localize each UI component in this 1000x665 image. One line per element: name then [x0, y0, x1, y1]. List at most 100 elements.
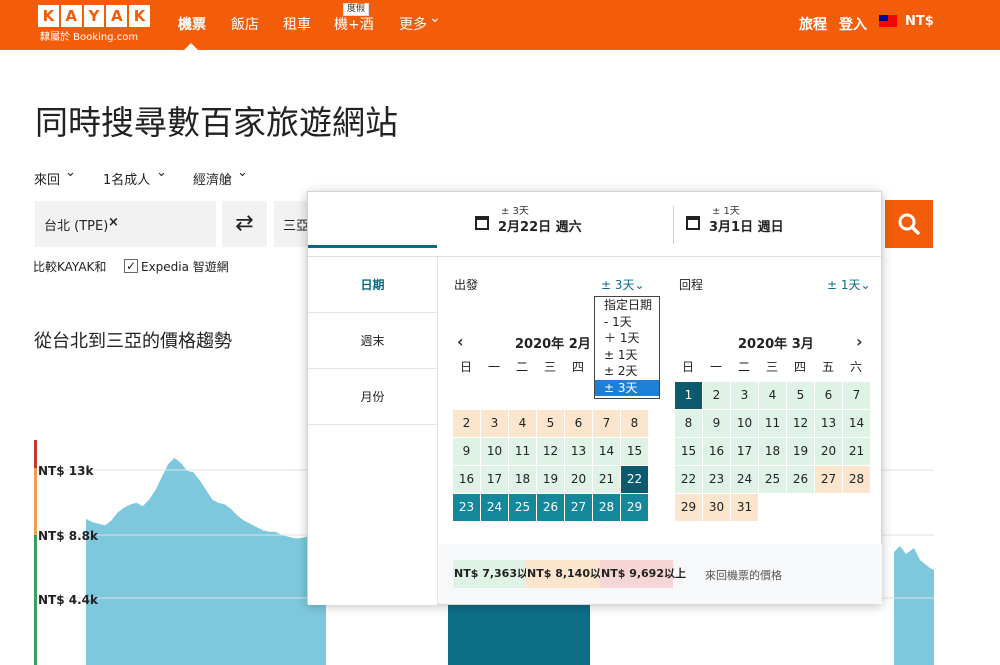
feb-day-cell[interactable]: 18 [509, 466, 536, 493]
nav-cars[interactable]: 租車 [283, 14, 311, 34]
feb-day-cell[interactable]: 10 [481, 438, 508, 465]
mar-day-cell[interactable]: 16 [703, 438, 730, 465]
nav-flights[interactable]: 機票 [178, 14, 206, 34]
feb-day-cell[interactable]: 11 [509, 438, 536, 465]
nav-hotels[interactable]: 飯店 [231, 14, 259, 34]
tolerance-dropdown-menu[interactable]: 指定日期 - 1天 ＋ 1天 ± 1天 ± 2天 ± 3天 [594, 296, 660, 399]
mar-day-cell[interactable]: 9 [703, 410, 730, 437]
mar-day-cell[interactable]: 3 [731, 382, 758, 409]
mar-day-cell[interactable]: 18 [759, 438, 786, 465]
chevron-down-icon[interactable]: ⌄ [237, 165, 248, 180]
dropdown-option[interactable]: ± 1天 [595, 347, 659, 364]
chevron-down-icon[interactable]: ⌄ [156, 165, 167, 180]
feb-day-cell[interactable]: 24 [481, 494, 508, 521]
feb-day-cell[interactable]: 19 [537, 466, 564, 493]
mar-day-cell[interactable]: 23 [703, 466, 730, 493]
tab-months[interactable]: 月份 [308, 369, 437, 425]
feb-day-cell[interactable]: 16 [453, 466, 480, 493]
feb-day-cell[interactable]: 13 [565, 438, 592, 465]
mar-day-cell[interactable]: 8 [675, 410, 702, 437]
feb-day-cell[interactable]: 2 [453, 410, 480, 437]
mar-day-cell[interactable]: 19 [787, 438, 814, 465]
mar-day-cell[interactable]: 15 [675, 438, 702, 465]
expedia-label[interactable]: Expedia 智遊網 [141, 258, 229, 275]
mar-day-cell[interactable]: 25 [759, 466, 786, 493]
dropdown-option[interactable]: ± 2天 [595, 363, 659, 380]
dropdown-option[interactable]: ＋ 1天 [595, 330, 659, 347]
feb-day-cell[interactable]: 7 [593, 410, 620, 437]
mar-day-cell[interactable]: 27 [815, 466, 842, 493]
mar-day-cell[interactable]: 4 [759, 382, 786, 409]
mar-day-cell[interactable]: 12 [787, 410, 814, 437]
feb-day-cell[interactable]: 26 [537, 494, 564, 521]
feb-day-cell[interactable]: 3 [481, 410, 508, 437]
mar-day-cell[interactable]: 29 [675, 494, 702, 521]
mar-day-cell[interactable]: 14 [843, 410, 870, 437]
travelers-select[interactable]: 1名成人 [103, 169, 150, 188]
feb-day-cell[interactable]: 8 [621, 410, 648, 437]
dropdown-option[interactable]: - 1天 [595, 314, 659, 331]
cabin-select[interactable]: 經濟艙 [193, 169, 232, 188]
expedia-checkbox[interactable]: ✓ [124, 259, 138, 273]
clear-origin-icon[interactable]: × [108, 215, 119, 230]
mar-day-cell[interactable]: 26 [787, 466, 814, 493]
mar-day-cell[interactable]: 5 [787, 382, 814, 409]
swap-airports-icon[interactable]: ⇄ [222, 201, 267, 247]
dropdown-option-selected[interactable]: ± 3天 [595, 379, 659, 396]
mar-day-cell[interactable]: 31 [731, 494, 758, 521]
search-button[interactable] [885, 200, 933, 248]
currency-selector[interactable]: NT$ [905, 14, 934, 29]
return-tolerance-dropdown[interactable]: ± 1天⌄ [827, 276, 871, 293]
prev-month-button[interactable]: ‹ [457, 332, 464, 351]
nav-packages[interactable]: 機+酒 [334, 14, 374, 34]
feb-day-cell[interactable]: 25 [509, 494, 536, 521]
nav-trips[interactable]: 旅程 [799, 14, 827, 34]
nav-login[interactable]: 登入 [839, 14, 867, 34]
origin-field[interactable]: 台北 (TPE) × [35, 201, 216, 247]
mar-day-cell[interactable]: 1 [675, 382, 702, 409]
feb-day-cell[interactable]: 17 [481, 466, 508, 493]
feb-day-cell[interactable]: 28 [593, 494, 620, 521]
feb-day-cell[interactable]: 12 [537, 438, 564, 465]
kayak-logo[interactable]: K A Y A K [38, 5, 150, 27]
mar-day-cell[interactable]: 11 [759, 410, 786, 437]
mar-day-cell[interactable]: 7 [843, 382, 870, 409]
feb-day-cell[interactable]: 14 [593, 438, 620, 465]
feb-day-cell[interactable]: 15 [621, 438, 648, 465]
logo-letter: Y [83, 5, 105, 27]
mar-day-cell[interactable]: 21 [843, 438, 870, 465]
feb-day-cell[interactable]: 20 [565, 466, 592, 493]
trip-type-select[interactable]: 來回 [34, 169, 60, 188]
mar-day-cell[interactable]: 28 [843, 466, 870, 493]
mar-day-cell[interactable]: 6 [815, 382, 842, 409]
mar-day-cell[interactable]: 13 [815, 410, 842, 437]
depart-date[interactable]: 2月22日 週六 [498, 216, 582, 235]
mar-day-cell[interactable]: 30 [703, 494, 730, 521]
feb-day-cell[interactable]: 21 [593, 466, 620, 493]
weekday-label: 二 [737, 360, 750, 374]
mar-day-cell[interactable]: 24 [731, 466, 758, 493]
return-date[interactable]: 3月1日 週日 [709, 216, 784, 235]
feb-day-cell[interactable]: 22 [621, 466, 648, 493]
feb-day-cell[interactable]: 23 [453, 494, 480, 521]
feb-day-cell[interactable]: 6 [565, 410, 592, 437]
mar-day-cell[interactable]: 17 [731, 438, 758, 465]
mar-day-cell[interactable]: 10 [731, 410, 758, 437]
depart-tolerance-dropdown[interactable]: ± 3天⌄ [601, 276, 645, 293]
nav-more[interactable]: 更多 [399, 14, 427, 34]
mar-day-cell[interactable]: 2 [703, 382, 730, 409]
chevron-down-icon[interactable]: ⌄ [65, 165, 76, 180]
feb-day-cell[interactable]: 27 [565, 494, 592, 521]
taiwan-flag-icon[interactable] [879, 15, 897, 27]
dropdown-option[interactable]: 指定日期 [595, 297, 659, 314]
mar-day-cell[interactable]: 22 [675, 466, 702, 493]
chevron-down-icon[interactable]: ⌄ [429, 10, 441, 26]
feb-day-cell[interactable]: 9 [453, 438, 480, 465]
tab-weekends[interactable]: 週末 [308, 313, 437, 369]
feb-day-cell[interactable]: 29 [621, 494, 648, 521]
feb-day-cell[interactable]: 5 [537, 410, 564, 437]
mar-day-cell[interactable]: 20 [815, 438, 842, 465]
tab-dates[interactable]: 日期 [308, 257, 437, 313]
next-month-button[interactable]: › [856, 332, 863, 351]
feb-day-cell[interactable]: 4 [509, 410, 536, 437]
